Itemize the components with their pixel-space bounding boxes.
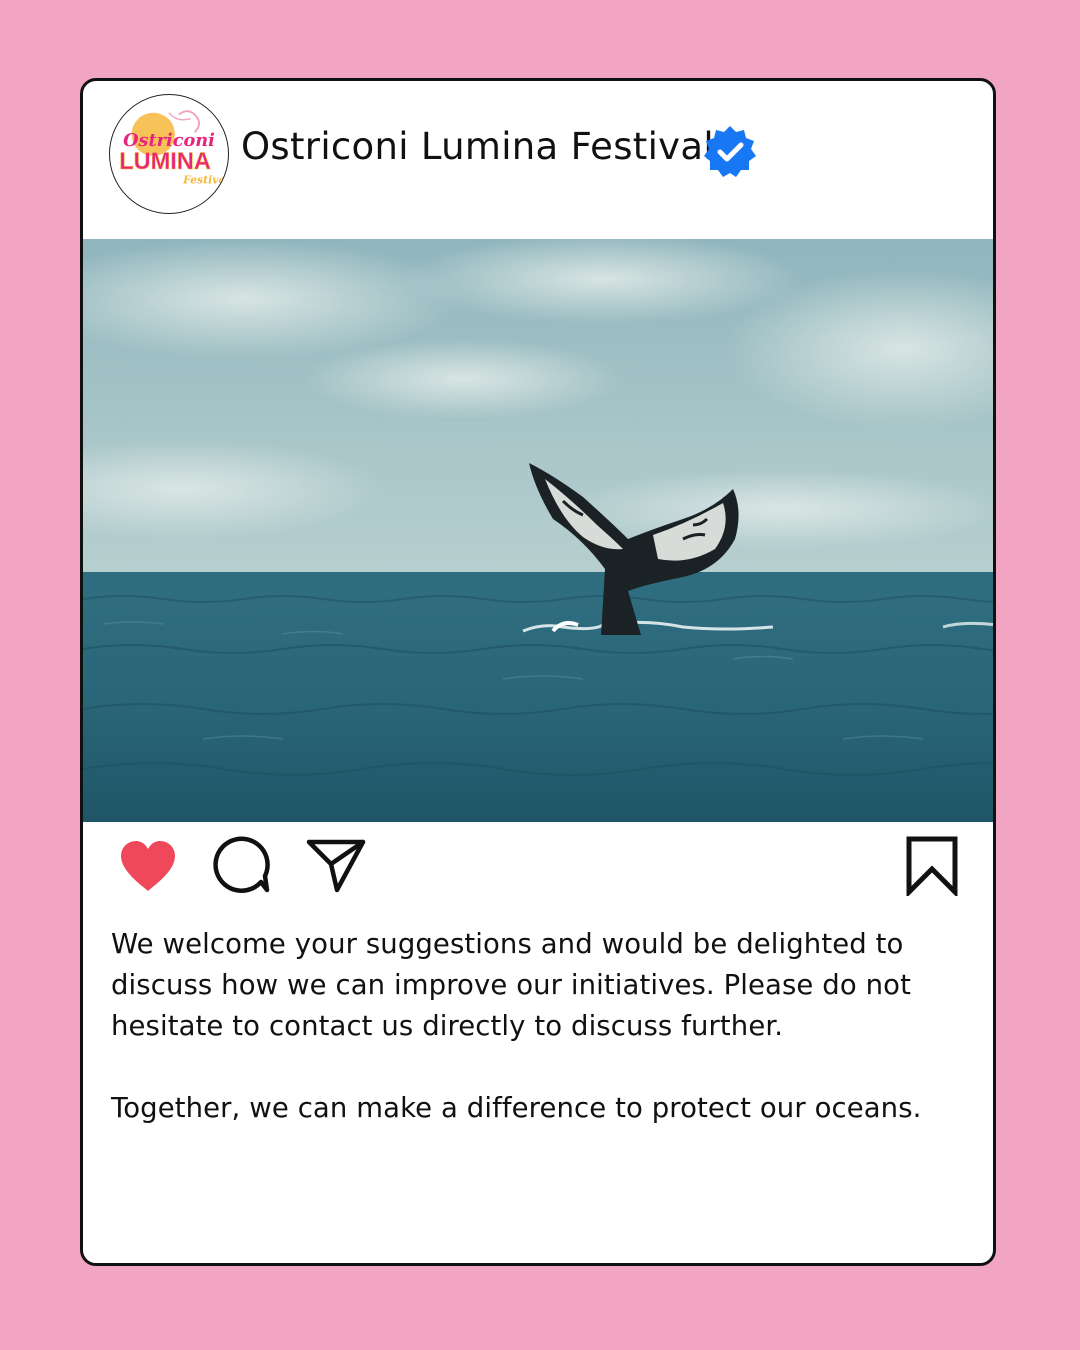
logo-text-line2: LUMINA [119,149,211,175]
bookmark-icon[interactable] [905,836,959,896]
post-card: Ostriconi LUMINA Festival Ostriconi Lumi… [80,78,996,1266]
whale-tail-photo [83,239,993,822]
post-header: Ostriconi LUMINA Festival Ostriconi Lumi… [83,81,993,239]
caption-paragraph: We welcome your suggestions and would be… [111,928,911,1042]
heart-icon[interactable] [117,838,179,894]
post-actions [83,822,993,922]
account-name[interactable]: Ostriconi Lumina Festival [241,125,714,168]
verified-badge-icon [704,126,756,177]
post-caption: We welcome your suggestions and would be… [111,924,971,1129]
festival-logo: Ostriconi LUMINA Festival [119,110,228,187]
caption-paragraph: Together, we can make a difference to pr… [111,1092,922,1124]
post-photo[interactable] [83,239,993,822]
logo-text-line3: Festival [182,174,228,187]
avatar[interactable]: Ostriconi LUMINA Festival [109,94,229,214]
comment-icon[interactable] [211,836,271,896]
send-icon[interactable] [305,836,367,894]
